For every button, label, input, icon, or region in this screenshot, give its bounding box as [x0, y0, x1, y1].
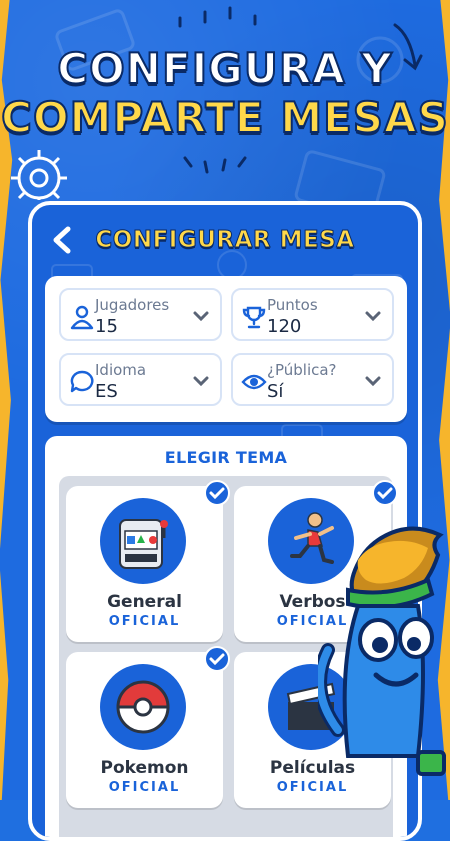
mascot-character: [318, 526, 446, 776]
person-icon: [70, 305, 94, 330]
trophy-icon: [242, 306, 266, 329]
chat-bubble-icon: [70, 370, 94, 393]
promo-line-1: CONFIGURA Y: [56, 43, 393, 94]
checkmark-icon: [204, 480, 230, 506]
points-label: Puntos: [267, 296, 318, 314]
points-select[interactable]: Puntos 120: [231, 288, 394, 341]
chevron-down-icon: [193, 311, 209, 322]
players-select[interactable]: Jugadores 15: [59, 288, 222, 341]
theme-card-pokemon[interactable]: Pokemon OFICIAL: [66, 646, 230, 808]
theme-name: General: [107, 592, 182, 612]
theme-badge: OFICIAL: [108, 614, 181, 629]
settings-panel: Jugadores 15 Puntos 120 Idioma ES ¿Públi…: [45, 276, 407, 422]
players-value: 15: [95, 316, 118, 337]
chevron-down-icon: [365, 376, 381, 387]
slot-machine-icon: [119, 519, 168, 569]
theme-badge: OFICIAL: [108, 780, 181, 795]
checkmark-icon: [372, 480, 398, 506]
pokeball-icon: [116, 680, 170, 734]
language-select[interactable]: Idioma ES: [59, 353, 222, 406]
top-bar: CONFIGURAR MESA: [32, 205, 418, 275]
chevron-down-icon: [365, 311, 381, 322]
language-label: Idioma: [95, 361, 147, 379]
theme-heading: ELEGIR TEMA: [164, 448, 288, 467]
players-label: Jugadores: [95, 296, 170, 314]
theme-card-general[interactable]: General OFICIAL: [66, 480, 230, 642]
theme-name: Pokemon: [100, 758, 189, 778]
theme-icon-circle: [100, 498, 186, 584]
language-value: ES: [95, 381, 118, 402]
chevron-down-icon: [193, 376, 209, 387]
eye-icon: [241, 374, 267, 390]
public-value: Sí: [267, 381, 284, 402]
points-value: 120: [267, 316, 302, 337]
public-label: ¿Pública?: [267, 361, 337, 379]
public-select[interactable]: ¿Pública? Sí: [231, 353, 394, 406]
screen-title: CONFIGURAR MESA: [95, 227, 355, 254]
theme-icon-circle: [100, 664, 186, 750]
checkmark-icon: [204, 646, 230, 672]
promo-line-2: COMPARTE MESAS: [0, 92, 449, 143]
